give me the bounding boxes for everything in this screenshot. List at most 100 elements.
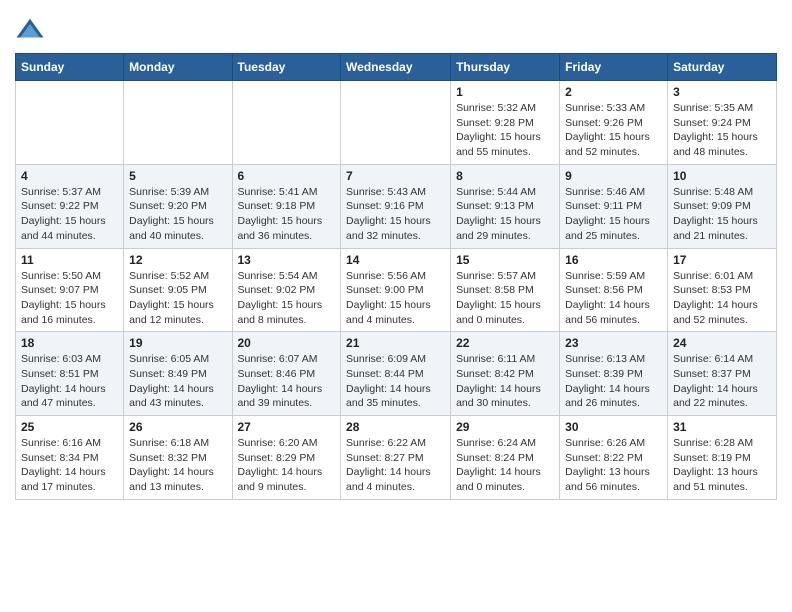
calendar-week-1: 1Sunrise: 5:32 AMSunset: 9:28 PMDaylight… <box>16 81 777 165</box>
day-number: 17 <box>673 253 771 267</box>
calendar-cell: 9 Sunrise: 5:46 AMSunset: 9:11 PMDaylight… <box>560 164 668 248</box>
day-number: 7 <box>346 169 445 183</box>
day-info: Sunrise: 5:56 AMSunset: 9:00 PMDaylight:… <box>346 269 445 328</box>
calendar-table: SundayMondayTuesdayWednesdayThursdayFrid… <box>15 53 777 500</box>
col-header-monday: Monday <box>124 54 232 81</box>
day-info: Sunrise: 6:14 AMSunset: 8:37 PMDaylight:… <box>673 352 771 411</box>
day-number: 5 <box>129 169 226 183</box>
day-info: Sunrise: 5:32 AMSunset: 9:28 PMDaylight:… <box>456 101 554 160</box>
day-number: 13 <box>238 253 336 267</box>
calendar-cell <box>232 81 341 165</box>
calendar-cell: 3Sunrise: 5:35 AMSunset: 9:24 PMDaylight… <box>668 81 777 165</box>
col-header-friday: Friday <box>560 54 668 81</box>
calendar-cell: 4 Sunrise: 5:37 AMSunset: 9:22 PMDaylight… <box>16 164 124 248</box>
day-info: Sunrise: 6:16 AMSunset: 8:34 PMDaylight:… <box>21 436 118 495</box>
day-info: Sunrise: 6:26 AMSunset: 8:22 PMDaylight:… <box>565 436 662 495</box>
calendar-cell: 11 Sunrise: 5:50 AMSunset: 9:07 PMDayligh… <box>16 248 124 332</box>
day-info: Sunrise: 6:18 AMSunset: 8:32 PMDaylight:… <box>129 436 226 495</box>
day-info: Sunrise: 6:03 AMSunset: 8:51 PMDaylight:… <box>21 352 118 411</box>
calendar-cell: 10Sunrise: 5:48 AMSunset: 9:09 PMDayligh… <box>668 164 777 248</box>
day-info: Sunrise: 6:11 AMSunset: 8:42 PMDaylight:… <box>456 352 554 411</box>
day-number: 26 <box>129 420 226 434</box>
day-info: Sunrise: 5:46 AMSunset: 9:11 PMDaylight:… <box>565 185 662 244</box>
calendar-cell: 26 Sunrise: 6:18 AMSunset: 8:32 PMDayligh… <box>124 416 232 500</box>
day-info: Sunrise: 5:44 AMSunset: 9:13 PMDaylight:… <box>456 185 554 244</box>
day-info: Sunrise: 6:05 AMSunset: 8:49 PMDaylight:… <box>129 352 226 411</box>
calendar-cell: 16 Sunrise: 5:59 AMSunset: 8:56 PMDayligh… <box>560 248 668 332</box>
calendar-cell: 1Sunrise: 5:32 AMSunset: 9:28 PMDaylight… <box>451 81 560 165</box>
calendar-cell: 20 Sunrise: 6:07 AMSunset: 8:46 PMDayligh… <box>232 332 341 416</box>
day-number: 4 <box>21 169 118 183</box>
col-header-saturday: Saturday <box>668 54 777 81</box>
day-number: 31 <box>673 420 771 434</box>
day-number: 30 <box>565 420 662 434</box>
day-info: Sunrise: 6:01 AMSunset: 8:53 PMDaylight:… <box>673 269 771 328</box>
day-info: Sunrise: 6:24 AMSunset: 8:24 PMDaylight:… <box>456 436 554 495</box>
calendar-cell <box>124 81 232 165</box>
day-number: 14 <box>346 253 445 267</box>
calendar-cell: 21 Sunrise: 6:09 AMSunset: 8:44 PMDayligh… <box>341 332 451 416</box>
day-number: 15 <box>456 253 554 267</box>
calendar-cell: 22 Sunrise: 6:11 AMSunset: 8:42 PMDayligh… <box>451 332 560 416</box>
day-info: Sunrise: 5:37 AMSunset: 9:22 PMDaylight:… <box>21 185 118 244</box>
day-number: 18 <box>21 336 118 350</box>
day-number: 19 <box>129 336 226 350</box>
day-info: Sunrise: 6:07 AMSunset: 8:46 PMDaylight:… <box>238 352 336 411</box>
calendar-cell: 24 Sunrise: 6:14 AMSunset: 8:37 PMDayligh… <box>668 332 777 416</box>
day-info: Sunrise: 6:28 AMSunset: 8:19 PMDaylight:… <box>673 436 771 495</box>
day-number: 20 <box>238 336 336 350</box>
day-number: 8 <box>456 169 554 183</box>
day-info: Sunrise: 6:13 AMSunset: 8:39 PMDaylight:… <box>565 352 662 411</box>
calendar-cell: 12Sunrise: 5:52 AMSunset: 9:05 PMDayligh… <box>124 248 232 332</box>
day-info: Sunrise: 5:35 AMSunset: 9:24 PMDaylight:… <box>673 101 771 160</box>
day-info: Sunrise: 6:20 AMSunset: 8:29 PMDaylight:… <box>238 436 336 495</box>
day-info: Sunrise: 5:52 AMSunset: 9:05 PMDaylight:… <box>129 269 226 328</box>
day-number: 16 <box>565 253 662 267</box>
logo <box>15 15 48 45</box>
day-number: 9 <box>565 169 662 183</box>
calendar-cell: 5Sunrise: 5:39 AMSunset: 9:20 PMDaylight… <box>124 164 232 248</box>
col-header-tuesday: Tuesday <box>232 54 341 81</box>
calendar-cell: 29 Sunrise: 6:24 AMSunset: 8:24 PMDayligh… <box>451 416 560 500</box>
calendar-cell: 6 Sunrise: 5:41 AMSunset: 9:18 PMDaylight… <box>232 164 341 248</box>
page: SundayMondayTuesdayWednesdayThursdayFrid… <box>0 0 792 515</box>
col-header-sunday: Sunday <box>16 54 124 81</box>
calendar-cell: 2Sunrise: 5:33 AMSunset: 9:26 PMDaylight… <box>560 81 668 165</box>
calendar-week-3: 11 Sunrise: 5:50 AMSunset: 9:07 PMDayligh… <box>16 248 777 332</box>
calendar-cell: 14 Sunrise: 5:56 AMSunset: 9:00 PMDayligh… <box>341 248 451 332</box>
calendar-cell: 19 Sunrise: 6:05 AMSunset: 8:49 PMDayligh… <box>124 332 232 416</box>
calendar-cell: 31 Sunrise: 6:28 AMSunset: 8:19 PMDayligh… <box>668 416 777 500</box>
day-info: Sunrise: 5:54 AMSunset: 9:02 PMDaylight:… <box>238 269 336 328</box>
day-number: 29 <box>456 420 554 434</box>
day-number: 21 <box>346 336 445 350</box>
header <box>15 10 777 45</box>
day-info: Sunrise: 5:33 AMSunset: 9:26 PMDaylight:… <box>565 101 662 160</box>
day-info: Sunrise: 6:09 AMSunset: 8:44 PMDaylight:… <box>346 352 445 411</box>
calendar-cell: 8 Sunrise: 5:44 AMSunset: 9:13 PMDaylight… <box>451 164 560 248</box>
day-info: Sunrise: 5:43 AMSunset: 9:16 PMDaylight:… <box>346 185 445 244</box>
col-header-thursday: Thursday <box>451 54 560 81</box>
day-info: Sunrise: 5:41 AMSunset: 9:18 PMDaylight:… <box>238 185 336 244</box>
calendar-week-4: 18 Sunrise: 6:03 AMSunset: 8:51 PMDayligh… <box>16 332 777 416</box>
calendar-cell: 23 Sunrise: 6:13 AMSunset: 8:39 PMDayligh… <box>560 332 668 416</box>
header-row: SundayMondayTuesdayWednesdayThursdayFrid… <box>16 54 777 81</box>
day-info: Sunrise: 5:59 AMSunset: 8:56 PMDaylight:… <box>565 269 662 328</box>
calendar-cell: 25Sunrise: 6:16 AMSunset: 8:34 PMDayligh… <box>16 416 124 500</box>
calendar-cell <box>341 81 451 165</box>
day-number: 22 <box>456 336 554 350</box>
day-info: Sunrise: 5:50 AMSunset: 9:07 PMDaylight:… <box>21 269 118 328</box>
calendar-cell: 7 Sunrise: 5:43 AMSunset: 9:16 PMDaylight… <box>341 164 451 248</box>
calendar-cell: 15 Sunrise: 5:57 AMSunset: 8:58 PMDayligh… <box>451 248 560 332</box>
day-number: 23 <box>565 336 662 350</box>
day-number: 11 <box>21 253 118 267</box>
day-number: 6 <box>238 169 336 183</box>
day-info: Sunrise: 5:57 AMSunset: 8:58 PMDaylight:… <box>456 269 554 328</box>
day-number: 28 <box>346 420 445 434</box>
logo-icon <box>15 15 45 45</box>
day-info: Sunrise: 6:22 AMSunset: 8:27 PMDaylight:… <box>346 436 445 495</box>
calendar-week-5: 25Sunrise: 6:16 AMSunset: 8:34 PMDayligh… <box>16 416 777 500</box>
calendar-cell: 28 Sunrise: 6:22 AMSunset: 8:27 PMDayligh… <box>341 416 451 500</box>
day-number: 10 <box>673 169 771 183</box>
calendar-cell: 30 Sunrise: 6:26 AMSunset: 8:22 PMDayligh… <box>560 416 668 500</box>
day-number: 24 <box>673 336 771 350</box>
